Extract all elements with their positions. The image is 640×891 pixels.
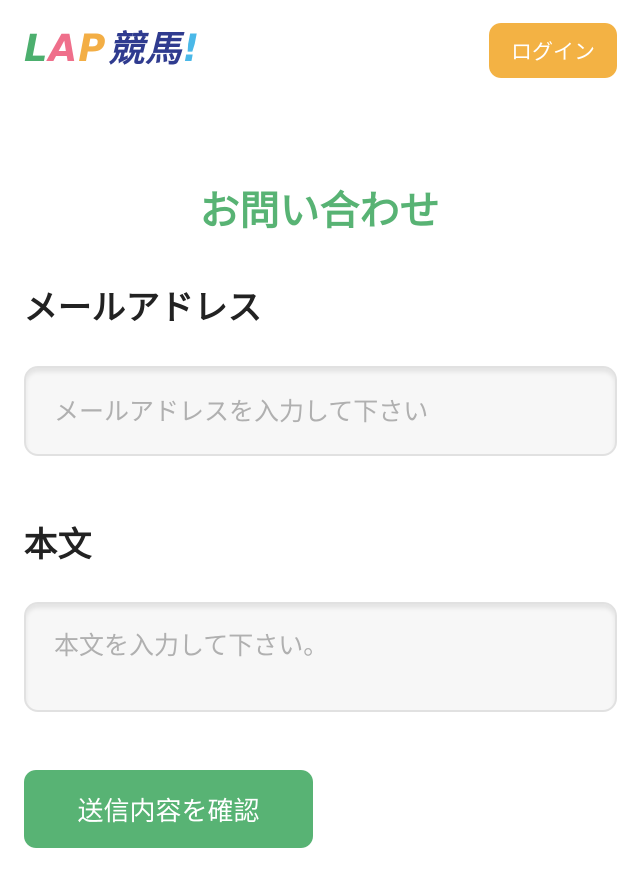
logo-letter-a: A <box>48 27 79 70</box>
contact-page: L A P 競馬 ! ログイン お問い合わせ メールアドレス 本文 送信内容を確… <box>0 0 640 891</box>
logo-exclamation: ! <box>182 27 201 70</box>
page-title: お問い合わせ <box>200 188 440 234</box>
email-field[interactable] <box>24 366 617 456</box>
login-button[interactable]: ログイン <box>489 23 617 78</box>
confirm-submission-button[interactable]: 送信内容を確認 <box>24 770 313 848</box>
site-logo[interactable]: L A P 競馬 ! <box>24 30 200 68</box>
logo-keiba-text: 競馬 <box>108 29 183 70</box>
logo-letter-p: P <box>78 27 107 70</box>
body-label: 本文 <box>24 525 92 565</box>
logo-letter-l: L <box>24 27 49 70</box>
body-textarea[interactable] <box>24 602 617 712</box>
email-label: メールアドレス <box>24 288 262 328</box>
